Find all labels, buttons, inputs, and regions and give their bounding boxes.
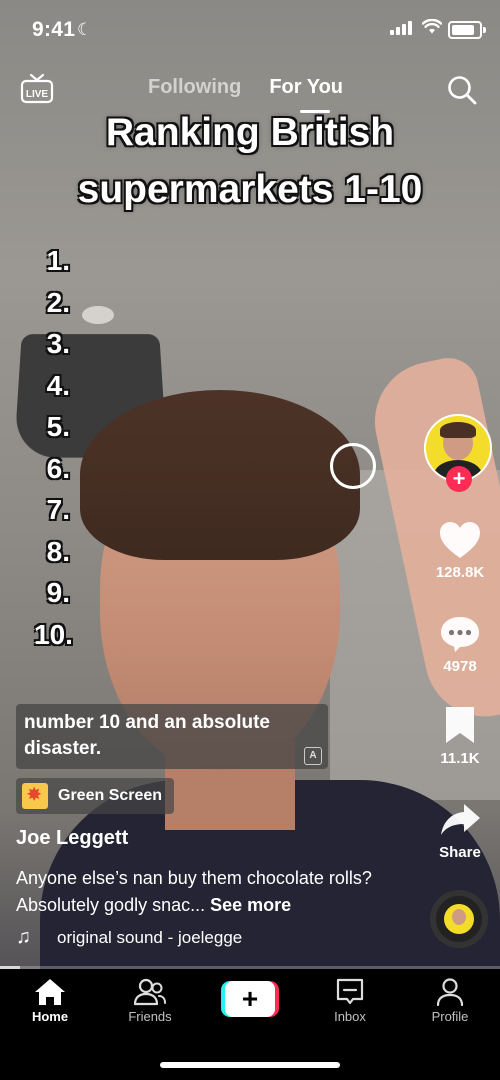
person-hair — [80, 390, 360, 560]
video-title-line-1: Ranking British — [105, 111, 395, 154]
rank-item: 10. — [34, 618, 73, 650]
rank-item: 7. — [46, 494, 70, 525]
status-time: 9:41 — [32, 18, 76, 41]
rank-item: 2. — [46, 286, 70, 318]
rank-item: 8. — [46, 535, 70, 567]
caption-text: number 10 and an absolute disaster. — [24, 712, 270, 759]
tiktok-feed-screen: 9:41 ☾ LIVE Following For You Ranking Br… — [0, 0, 500, 1080]
auto-caption: number 10 and an absolute disaster. A — [16, 704, 328, 769]
effect-tag[interactable]: Green Screen — [16, 778, 175, 814]
rank-item: 3. — [46, 328, 70, 359]
heart-icon — [440, 522, 480, 558]
create-button[interactable]: + — [221, 981, 279, 1017]
battery-icon — [448, 21, 486, 39]
bookmark-count: 11.1K — [440, 750, 480, 767]
see-more-link[interactable]: See more — [210, 895, 291, 915]
feed-tabs: Following For You — [148, 76, 343, 99]
share-icon — [441, 804, 480, 835]
share-button[interactable]: Share — [420, 800, 500, 861]
tab-for-you[interactable]: For You — [269, 76, 343, 99]
friends-icon — [133, 978, 166, 1006]
inbox-icon — [336, 978, 364, 1005]
profile-icon — [436, 978, 464, 1007]
rank-item: 4. — [46, 369, 70, 401]
plus-icon: + — [225, 981, 275, 1017]
live-label: LIVE — [26, 89, 49, 100]
description-text: Anyone else’s nan buy them chocolate rol… — [16, 868, 372, 915]
rank-item: 6. — [46, 452, 70, 484]
sound-row[interactable]: ♫ original sound - joelegge — [16, 926, 242, 949]
like-button[interactable]: 128.8K — [420, 520, 500, 581]
music-note-icon: ♫ — [16, 926, 31, 948]
sound-disc-icon[interactable] — [430, 890, 488, 948]
nav-friends[interactable]: Friends — [110, 977, 190, 1024]
bookmark-button[interactable]: 11.1K — [420, 704, 500, 767]
translate-icon[interactable]: A — [304, 747, 322, 765]
rank-list: 1. 2. 3. 4. 5. 6. 7. 8. 9. 10. — [34, 240, 73, 655]
bookmark-icon — [446, 707, 474, 743]
creator-avatar-button[interactable]: + — [424, 414, 492, 492]
green-screen-icon — [22, 783, 48, 809]
ceiling-light — [82, 306, 114, 324]
follow-plus-icon[interactable]: + — [446, 466, 472, 492]
video-title-line-2: supermarkets 1-10 — [77, 168, 423, 211]
moon-icon: ☾ — [77, 20, 93, 39]
comment-count: 4978 — [443, 658, 477, 675]
video-title-overlay: Ranking British supermarkets 1-10 — [0, 104, 500, 218]
video-ring-overlay — [330, 443, 376, 489]
nav-inbox[interactable]: Inbox — [310, 977, 390, 1024]
effect-label: Green Screen — [58, 787, 163, 804]
nav-inbox-label: Inbox — [334, 1009, 366, 1024]
nav-friends-label: Friends — [128, 1009, 172, 1024]
wifi-icon — [421, 18, 443, 40]
nav-profile-label: Profile — [431, 1009, 469, 1024]
nav-home-label: Home — [31, 1009, 69, 1024]
cellular-signal-icon — [390, 21, 412, 35]
like-count: 128.8K — [435, 564, 485, 581]
comment-icon — [441, 617, 479, 652]
tab-following[interactable]: Following — [148, 76, 241, 99]
search-icon[interactable] — [446, 74, 478, 106]
share-label: Share — [439, 844, 481, 861]
rank-item: 9. — [46, 577, 70, 608]
sound-title: original sound - joelegge — [57, 927, 243, 947]
home-icon — [35, 979, 65, 1005]
rank-item: 1. — [46, 245, 70, 276]
author-name[interactable]: Joe Leggett — [16, 827, 128, 850]
rank-item: 5. — [46, 411, 70, 442]
nav-home[interactable]: Home — [10, 977, 90, 1024]
nav-profile[interactable]: Profile — [410, 977, 490, 1024]
home-indicator[interactable] — [160, 1062, 340, 1068]
live-icon[interactable]: LIVE — [20, 72, 54, 104]
post-description[interactable]: Anyone else’s nan buy them chocolate rol… — [16, 865, 376, 919]
comment-button[interactable]: 4978 — [420, 614, 500, 675]
status-bar: 9:41 ☾ — [0, 0, 500, 60]
